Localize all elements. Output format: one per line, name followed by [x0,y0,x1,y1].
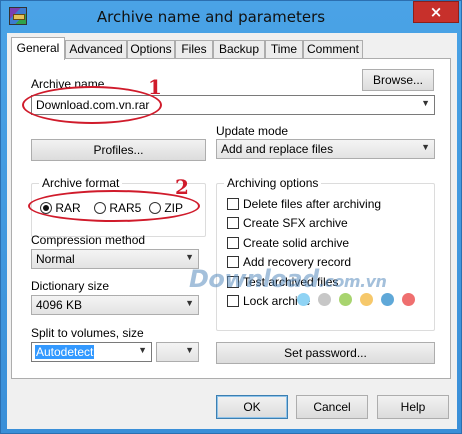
dictionary-size-select[interactable]: 4096 KB ▼ [31,295,199,315]
annotation-marker-2: 2 [175,175,189,199]
archive-format-label: Archive format [39,176,123,190]
close-button[interactable]: × [413,1,459,23]
watermark-domain: .com.vn [318,272,387,291]
watermark-dot [318,293,331,306]
window-title: Archive name and parameters [96,8,326,26]
option-sfx-checkbox[interactable]: Create SFX archive [227,216,348,230]
chevron-down-icon: ▼ [185,345,194,355]
tab-files[interactable]: Files [175,40,213,59]
update-mode-label: Update mode [216,124,289,138]
tab-comment[interactable]: Comment [303,40,363,59]
checkbox-icon [227,217,239,229]
watermark-dot [360,293,373,306]
watermark-dot [339,293,352,306]
watermark-text: Download [189,265,319,293]
cancel-button[interactable]: Cancel [296,395,368,419]
compression-method-label: Compression method [31,233,146,247]
watermark-dot [297,293,310,306]
option-sfx-label: Create SFX archive [243,216,348,230]
annotation-marker-1: 1 [148,75,162,99]
tab-general[interactable]: General [11,37,65,60]
annotation-ellipse-1 [22,86,162,124]
split-volumes-value: Autodetect [35,345,95,359]
option-solid-checkbox[interactable]: Create solid archive [227,236,349,250]
compression-method-value: Normal [36,252,75,266]
chevron-down-icon: ▼ [185,298,194,308]
split-volumes-input[interactable]: Autodetect ▼ [31,342,152,362]
profiles-button[interactable]: Profiles... [31,139,206,161]
close-icon: × [429,3,443,21]
help-button[interactable]: Help [377,395,449,419]
ok-button[interactable]: OK [216,395,288,419]
browse-button[interactable]: Browse... [362,69,434,91]
split-volumes-unit-select[interactable]: ▼ [156,342,199,362]
update-mode-value: Add and replace files [221,142,334,156]
dialog-client-area: General Advanced Options Files Backup Ti… [7,33,457,429]
chevron-down-icon: ▼ [185,252,194,262]
tab-advanced[interactable]: Advanced [65,40,127,59]
update-mode-select[interactable]: Add and replace files ▼ [216,139,435,159]
archiving-options-label: Archiving options [224,176,322,190]
set-password-button[interactable]: Set password... [216,342,435,364]
watermark-dot [381,293,394,306]
checkbox-icon [227,237,239,249]
compression-method-select[interactable]: Normal ▼ [31,249,199,269]
split-volumes-label: Split to volumes, size [31,326,144,340]
checkbox-icon [227,198,239,210]
tab-options[interactable]: Options [127,40,175,59]
chevron-down-icon: ▼ [421,142,430,152]
option-delete-files-label: Delete files after archiving [243,197,382,211]
watermark-logo: Download.com.vn [189,265,387,293]
checkbox-icon [227,295,239,307]
general-tab-panel: Archive name Browse... Download.com.vn.r… [11,58,451,379]
watermark-dot [402,293,415,306]
chevron-down-icon: ▼ [138,345,147,355]
dialog-window: Archive name and parameters × General Ad… [0,0,462,434]
option-solid-label: Create solid archive [243,236,350,250]
dictionary-size-label: Dictionary size [31,279,110,293]
tab-time[interactable]: Time [265,40,303,59]
dictionary-size-value: 4096 KB [36,298,83,312]
tab-backup[interactable]: Backup [213,40,265,59]
title-bar[interactable]: Archive name and parameters × [1,1,462,33]
chevron-down-icon: ▼ [421,98,430,108]
option-delete-files-checkbox[interactable]: Delete files after archiving [227,197,381,211]
